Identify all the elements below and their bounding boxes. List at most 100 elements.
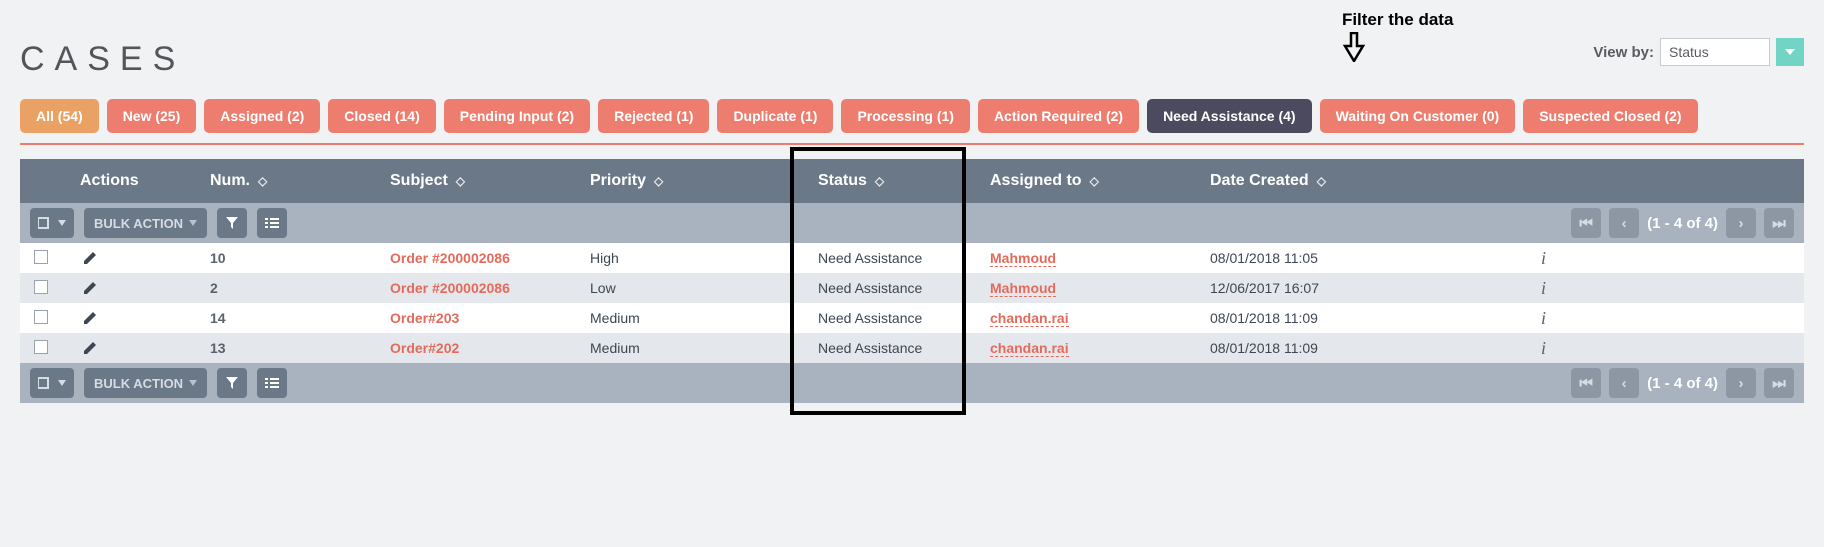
viewby-dropdown-button[interactable] — [1776, 38, 1804, 66]
cell-subject[interactable]: Order#202 — [390, 340, 590, 356]
filter-pill[interactable]: Waiting On Customer (0) — [1320, 99, 1516, 133]
filter-pill[interactable]: All (54) — [20, 99, 99, 133]
annotation-text: Filter the data — [1342, 10, 1453, 30]
cell-priority: Low — [590, 280, 790, 296]
cell-assigned[interactable]: Mahmoud — [990, 250, 1056, 267]
first-icon: ⏮ — [1579, 375, 1593, 392]
cell-num: 13 — [210, 340, 390, 356]
next-icon: › — [1739, 375, 1744, 392]
page-prev-button[interactable]: ‹ — [1609, 208, 1639, 238]
filter-pill[interactable]: New (25) — [107, 99, 197, 133]
filter-pill[interactable]: Need Assistance (4) — [1147, 99, 1312, 133]
page-title: CASES — [20, 10, 185, 79]
columns-button[interactable] — [257, 368, 287, 398]
bulk-action-button[interactable]: BULK ACTION — [84, 208, 207, 238]
page-last-button[interactable]: ⏭ — [1764, 208, 1794, 238]
caret-down-icon — [58, 220, 66, 226]
info-button[interactable]: i — [1510, 308, 1564, 329]
sort-icon: ◇ — [654, 174, 663, 188]
edit-button[interactable] — [80, 280, 100, 296]
cell-date: 08/01/2018 11:05 — [1210, 250, 1510, 266]
page-prev-button[interactable]: ‹ — [1609, 368, 1639, 398]
info-button[interactable]: i — [1510, 248, 1564, 269]
cell-priority: Medium — [590, 310, 790, 326]
row-checkbox[interactable] — [34, 280, 48, 294]
cell-date: 12/06/2017 16:07 — [1210, 280, 1510, 296]
filter-pill[interactable]: Processing (1) — [841, 99, 969, 133]
col-actions: Actions — [80, 172, 210, 190]
page-last-button[interactable]: ⏭ — [1764, 368, 1794, 398]
page-next-button[interactable]: › — [1726, 368, 1756, 398]
grid-toolbar-bottom: BULK ACTION ⏮ ‹ (1 - 4 of 4) › ⏭ — [20, 363, 1804, 403]
edit-button[interactable] — [80, 340, 100, 356]
col-priority[interactable]: Priority◇ — [590, 172, 790, 190]
col-assigned[interactable]: Assigned to◇ — [990, 172, 1210, 190]
columns-button[interactable] — [257, 208, 287, 238]
row-checkbox[interactable] — [34, 340, 48, 354]
cell-priority: High — [590, 250, 790, 266]
filter-button[interactable] — [217, 368, 247, 398]
last-icon: ⏭ — [1772, 375, 1786, 392]
info-button[interactable]: i — [1510, 278, 1564, 299]
cell-date: 08/01/2018 11:09 — [1210, 340, 1510, 356]
filter-pill[interactable]: Assigned (2) — [204, 99, 320, 133]
cell-status: Need Assistance — [790, 340, 990, 356]
arrow-down-icon — [1342, 32, 1366, 62]
select-all-button[interactable] — [30, 368, 74, 398]
row-checkbox[interactable] — [34, 310, 48, 324]
cell-status: Need Assistance — [790, 250, 990, 266]
info-button[interactable]: i — [1510, 338, 1564, 359]
filter-icon — [225, 376, 239, 390]
col-date[interactable]: Date Created◇ — [1210, 172, 1510, 190]
table-row: 13Order#202MediumNeed Assistancechandan.… — [20, 333, 1804, 363]
col-subject[interactable]: Subject◇ — [390, 172, 590, 190]
cell-assigned[interactable]: chandan.rai — [990, 340, 1069, 357]
filter-pill[interactable]: Duplicate (1) — [717, 99, 833, 133]
pencil-icon — [82, 340, 98, 356]
caret-down-icon — [1785, 49, 1795, 55]
cell-subject[interactable]: Order#203 — [390, 310, 590, 326]
sort-icon: ◇ — [1090, 174, 1099, 188]
row-checkbox[interactable] — [34, 250, 48, 264]
cell-num: 2 — [210, 280, 390, 296]
edit-button[interactable] — [80, 310, 100, 326]
col-status[interactable]: Status◇ — [790, 172, 990, 190]
col-num[interactable]: Num.◇ — [210, 172, 390, 190]
filter-pill[interactable]: Suspected Closed (2) — [1523, 99, 1697, 133]
cell-subject[interactable]: Order #200002086 — [390, 250, 590, 266]
pagination-text: (1 - 4 of 4) — [1647, 215, 1718, 232]
bulk-action-button[interactable]: BULK ACTION — [84, 368, 207, 398]
prev-icon: ‹ — [1622, 215, 1627, 232]
cell-subject[interactable]: Order #200002086 — [390, 280, 590, 296]
select-all-button[interactable] — [30, 208, 74, 238]
cell-status: Need Assistance — [790, 310, 990, 326]
grid-header: Actions Num.◇ Subject◇ Priority◇ Status◇… — [20, 159, 1804, 203]
page-first-button[interactable]: ⏮ — [1571, 208, 1601, 238]
cell-num: 14 — [210, 310, 390, 326]
filter-icon — [225, 216, 239, 230]
sort-icon: ◇ — [1317, 174, 1326, 188]
pencil-icon — [82, 280, 98, 296]
cell-assigned[interactable]: chandan.rai — [990, 310, 1069, 327]
cell-status: Need Assistance — [790, 280, 990, 296]
viewby-select[interactable]: Status — [1660, 38, 1770, 66]
filter-pill[interactable]: Pending Input (2) — [444, 99, 590, 133]
cell-date: 08/01/2018 11:09 — [1210, 310, 1510, 326]
filter-pill[interactable]: Action Required (2) — [978, 99, 1139, 133]
filter-pill[interactable]: Rejected (1) — [598, 99, 709, 133]
first-icon: ⏮ — [1579, 215, 1593, 232]
pagination-text: (1 - 4 of 4) — [1647, 375, 1718, 392]
list-icon — [265, 377, 279, 389]
edit-button[interactable] — [80, 250, 100, 266]
grid-toolbar-top: BULK ACTION ⏮ ‹ (1 - 4 of 4) › ⏭ — [20, 203, 1804, 243]
last-icon: ⏭ — [1772, 215, 1786, 232]
viewby-value: Status — [1669, 44, 1709, 60]
filter-pill[interactable]: Closed (14) — [328, 99, 435, 133]
filter-button[interactable] — [217, 208, 247, 238]
cell-assigned[interactable]: Mahmoud — [990, 280, 1056, 297]
table-row: 14Order#203MediumNeed Assistancechandan.… — [20, 303, 1804, 333]
cell-num: 10 — [210, 250, 390, 266]
table-row: 2Order #200002086LowNeed AssistanceMahmo… — [20, 273, 1804, 303]
page-next-button[interactable]: › — [1726, 208, 1756, 238]
page-first-button[interactable]: ⏮ — [1571, 368, 1601, 398]
